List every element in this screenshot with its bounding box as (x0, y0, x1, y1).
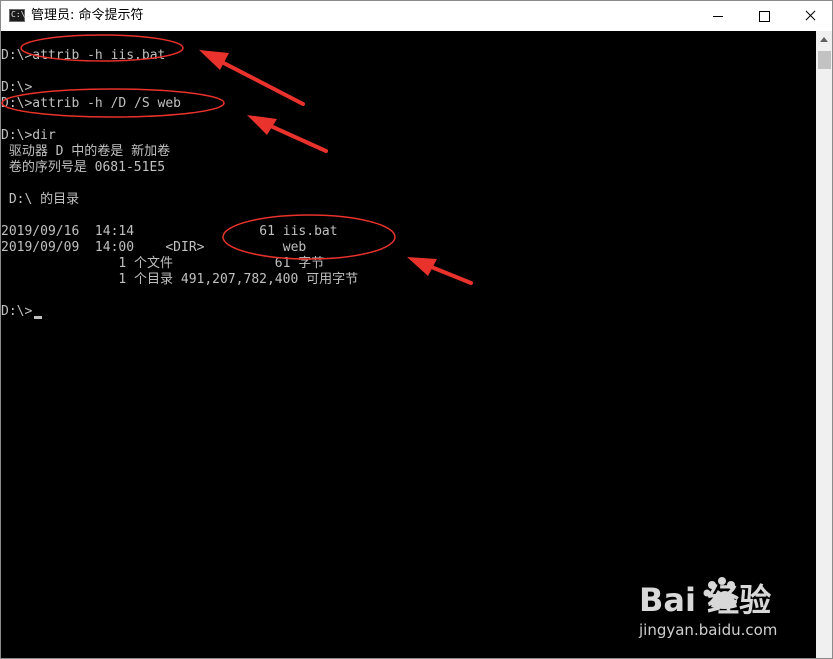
console-line: 2019/09/09 14:00 <DIR> web (1, 240, 307, 255)
console-line: 1 个文件 61 字节 (1, 256, 325, 271)
command-prompt-window: C:\. 管理员: 命令提示符 D:\>attrib -h iis.bat D:… (0, 0, 833, 659)
console-output[interactable]: D:\>attrib -h iis.bat D:\> D:\>attrib -h… (1, 31, 816, 658)
baidu-jingyan-watermark: Bai 经验 jingyan.baidu.com (637, 571, 797, 641)
console-line: 驱动器 D 中的卷是 新加卷 (1, 144, 171, 159)
console-line: 2019/09/16 14:14 61 iis.bat (1, 224, 338, 239)
console-line: D:\>attrib -h iis.bat (1, 48, 166, 63)
scroll-up-arrow-icon[interactable] (816, 31, 832, 48)
watermark-url: jingyan.baidu.com (639, 621, 778, 639)
baidu-paw-logo-icon: Bai 经验 (639, 577, 771, 619)
watermark-logo-text: Bai 经验 (639, 581, 771, 619)
text-cursor (34, 316, 42, 319)
console-line: 1 个目录 491,207,782,400 可用字节 (1, 272, 359, 287)
console-line: D:\>dir (1, 128, 56, 143)
console-line: 卷的序列号是 0681-51E5 (1, 160, 166, 175)
console-line: D:\ 的目录 (1, 192, 80, 207)
console-line: D:\>attrib -h /D /S web (1, 96, 182, 111)
title-bar[interactable]: C:\. 管理员: 命令提示符 (1, 1, 832, 31)
vertical-scrollbar[interactable] (816, 31, 832, 658)
cmd-app-icon[interactable]: C:\. (9, 9, 30, 22)
scrollbar-thumb[interactable] (818, 51, 831, 69)
window-title: 管理员: 命令提示符 (31, 8, 144, 23)
minimize-button[interactable] (695, 1, 741, 31)
close-button[interactable] (787, 1, 832, 31)
console-line: D:\> (1, 304, 33, 319)
console-line: D:\> (1, 80, 33, 95)
app-icon-glyph: C:\. (11, 10, 31, 19)
maximize-button[interactable] (741, 1, 787, 31)
